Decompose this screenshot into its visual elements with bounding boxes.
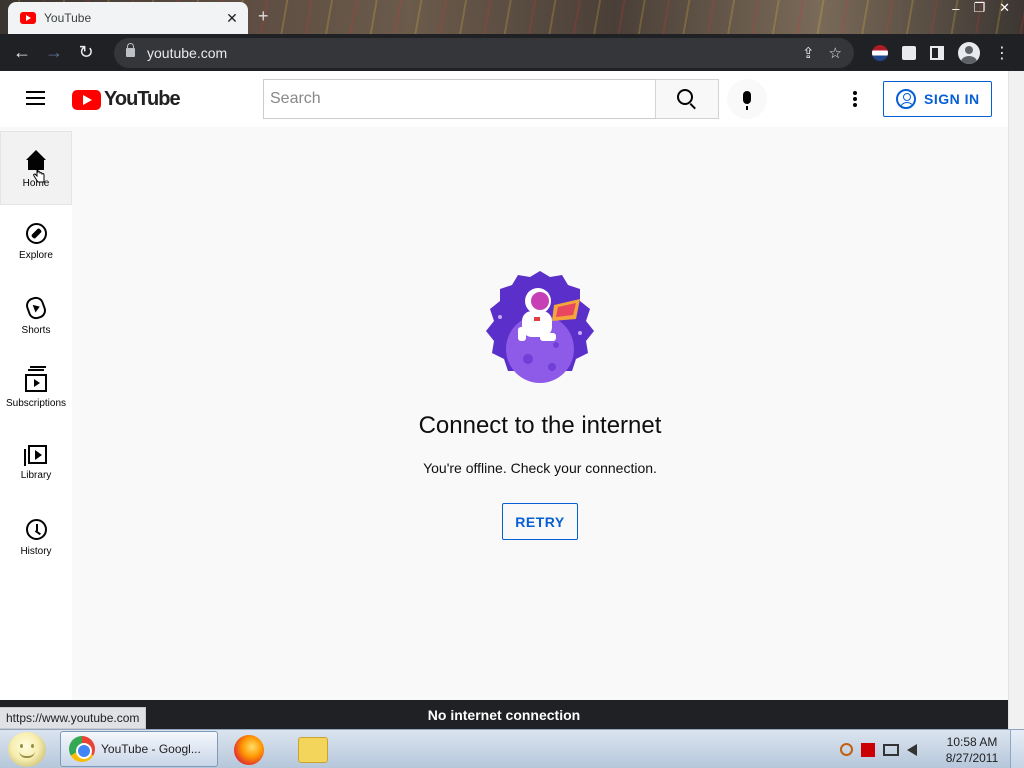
link-status-url: https://www.youtube.com (0, 707, 147, 729)
voice-search-button[interactable] (727, 79, 767, 119)
profile-avatar-icon[interactable] (958, 41, 980, 64)
offline-message: You're offline. Check your connection. (423, 460, 657, 476)
hand-cursor-icon (33, 166, 45, 183)
share-icon[interactable]: ⇪ (802, 44, 815, 62)
bookmark-star-icon[interactable]: ☆ (829, 44, 842, 62)
library-icon (24, 445, 47, 466)
youtube-play-icon (72, 89, 101, 110)
retry-button[interactable]: RETRY (502, 503, 578, 540)
taskbar-chrome-label: YouTube - Googl... (101, 742, 201, 756)
browser-tab[interactable]: YouTube ✕ (8, 2, 248, 34)
browser-menu-icon[interactable]: ⋮ (994, 43, 1010, 63)
reload-icon[interactable]: ↻ (74, 41, 98, 65)
windows-taskbar: YouTube - Googl... 10:58 AM 8/27/2011 (0, 729, 1024, 768)
search-input[interactable] (263, 79, 655, 119)
address-bar[interactable]: youtube.com ⇪ ☆ (114, 37, 854, 68)
sidebar-item-label: Subscriptions (5, 398, 67, 409)
clock-date: 8/27/2011 (945, 751, 999, 765)
restore-button[interactable]: ❐ (973, 0, 985, 16)
browser-toolbar: ← → ↻ youtube.com ⇪ ☆ ⋮ (0, 34, 1024, 71)
sidebar-item-label: Shorts (21, 325, 51, 336)
address-url[interactable]: youtube.com (147, 45, 788, 61)
sign-in-button[interactable]: SIGN IN (883, 81, 992, 117)
no-connection-banner: No internet connection (0, 700, 1008, 729)
new-tab-button[interactable]: + (258, 6, 269, 27)
search-icon (677, 89, 693, 105)
clock-time: 10:58 AM (946, 735, 998, 749)
tab-title: YouTube (44, 11, 92, 25)
volume-icon[interactable] (907, 743, 917, 756)
sidebar-item-subscriptions[interactable]: Subscriptions (0, 353, 72, 427)
youtube-page: YouTube SIGN IN Home Explore Shorts (0, 71, 1008, 700)
sidebar-item-label: History (20, 546, 52, 557)
sidebar-item-explore[interactable]: Explore (0, 205, 72, 279)
show-desktop-button[interactable] (1010, 730, 1024, 768)
youtube-favicon-icon (20, 12, 36, 24)
minimize-button[interactable]: – (952, 1, 959, 16)
page-scrollbar[interactable] (1008, 71, 1024, 729)
start-face-eyes (20, 744, 34, 748)
sidebar-item-label: Library (20, 470, 52, 481)
firefox-icon[interactable] (234, 735, 264, 765)
offline-title: Connect to the internet (418, 412, 662, 439)
extensions-area: ⋮ (872, 41, 1010, 64)
network-icon[interactable] (883, 743, 899, 756)
extensions-puzzle-icon[interactable] (902, 45, 916, 60)
logo-wordmark: YouTube (104, 88, 181, 110)
sidebar-item-shorts[interactable]: Shorts (0, 279, 72, 353)
folder-icon[interactable] (298, 737, 328, 763)
language-flag-icon[interactable] (872, 44, 888, 61)
mini-guide-sidebar: Home Explore Shorts Subscriptions Librar… (0, 131, 72, 700)
youtube-logo[interactable]: YouTube (72, 88, 181, 111)
search-button[interactable] (655, 79, 719, 119)
chrome-icon (69, 736, 95, 762)
subscriptions-icon (25, 369, 47, 392)
history-icon (25, 519, 47, 540)
sign-in-label: SIGN IN (924, 91, 980, 107)
taskbar-chrome-button[interactable]: YouTube - Googl... (60, 731, 218, 767)
side-panel-icon[interactable] (930, 45, 944, 60)
sidebar-item-label: Explore (19, 250, 53, 261)
forward-arrow-icon[interactable]: → (42, 41, 66, 65)
masthead: YouTube SIGN IN (0, 71, 1008, 127)
microphone-icon (743, 90, 751, 110)
system-tray (840, 730, 917, 768)
lock-icon[interactable] (126, 43, 135, 57)
hamburger-menu-icon[interactable] (26, 91, 45, 105)
back-arrow-icon[interactable]: ← (10, 41, 34, 65)
action-center-flag-icon[interactable] (861, 742, 875, 757)
offline-message-area: Connect to the internet You're offline. … (72, 131, 1008, 700)
compass-icon (25, 223, 47, 244)
taskbar-clock[interactable]: 10:58 AM 8/27/2011 (940, 734, 1004, 766)
start-face-smile (19, 751, 35, 758)
astronaut-offline-illustration (486, 271, 594, 383)
search-tray-icon[interactable] (840, 743, 853, 756)
start-button[interactable] (8, 732, 46, 767)
sidebar-item-library[interactable]: Library (0, 427, 72, 501)
settings-menu-icon[interactable] (845, 89, 865, 109)
shorts-icon (23, 294, 49, 322)
close-window-button[interactable]: ✕ (999, 0, 1010, 16)
sidebar-item-history[interactable]: History (0, 501, 72, 575)
browser-titlebar: YouTube ✕ + – ❐ ✕ (0, 0, 1024, 34)
tab-close-icon[interactable]: ✕ (224, 10, 240, 27)
search-box (263, 79, 719, 119)
window-controls: – ❐ ✕ (952, 0, 1010, 16)
account-circle-icon (896, 89, 916, 109)
